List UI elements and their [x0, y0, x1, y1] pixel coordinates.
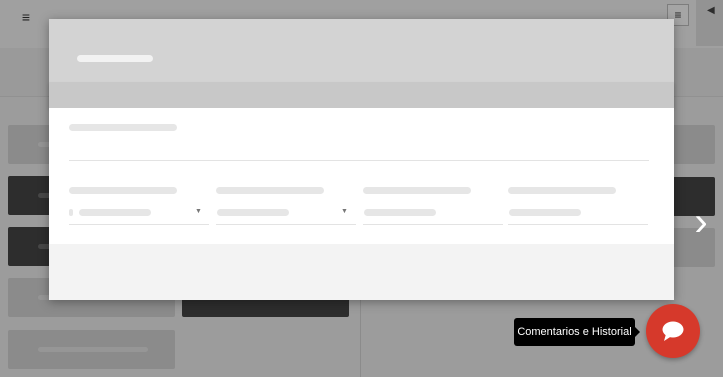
input-value-placeholder[interactable]	[509, 209, 581, 216]
modal-body: ▼ ▼	[49, 108, 674, 244]
select-value-placeholder[interactable]	[217, 209, 289, 216]
modal-footer	[49, 244, 674, 300]
chevron-down-icon: ▼	[341, 208, 348, 215]
chevron-right-icon[interactable]: ›	[687, 200, 715, 244]
field-label-placeholder	[363, 187, 471, 194]
select-value-placeholder	[79, 209, 151, 216]
chat-tooltip: Comentarios e Historial	[514, 318, 635, 346]
select-field-placeholder[interactable]	[69, 209, 73, 216]
field-underline	[508, 224, 648, 225]
title-placeholder	[77, 55, 153, 62]
field-label-placeholder	[69, 187, 177, 194]
tooltip-arrow	[635, 327, 640, 337]
divider	[69, 160, 649, 161]
loading-modal: ▼ ▼	[49, 19, 674, 300]
label-placeholder	[69, 124, 177, 131]
field-underline	[216, 224, 356, 225]
chevron-down-icon: ▼	[195, 208, 202, 215]
field-label-placeholder	[508, 187, 616, 194]
chat-button[interactable]	[646, 304, 700, 358]
field-label-placeholder	[216, 187, 324, 194]
field-underline	[69, 224, 209, 225]
input-value-placeholder[interactable]	[364, 209, 436, 216]
modal-subheader	[49, 82, 674, 108]
modal-header	[49, 19, 674, 82]
chat-bubble-icon	[662, 321, 684, 341]
field-underline	[363, 224, 503, 225]
